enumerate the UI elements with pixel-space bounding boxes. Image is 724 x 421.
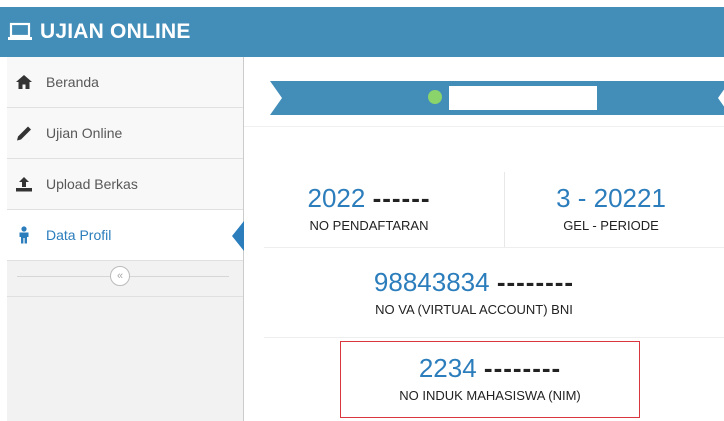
nim-masked: -------- — [483, 353, 562, 383]
period-stat: 3 - 20221 GEL - PERIODE — [506, 183, 716, 233]
virtual-account-label: NO VA (VIRTUAL ACCOUNT) BNI — [375, 302, 573, 317]
upload-icon — [14, 175, 34, 193]
registration-number: 2022 — [307, 183, 366, 213]
status-dot — [428, 90, 442, 104]
registration-masked: ------ — [372, 183, 431, 213]
sidebar-item-label: Ujian Online — [46, 125, 123, 141]
pencil-icon — [14, 124, 34, 142]
sidebar-item-upload-berkas[interactable]: Upload Berkas — [7, 159, 243, 210]
laptop-icon — [7, 22, 33, 42]
sidebar-item-label: Data Profil — [46, 227, 112, 243]
divider — [264, 337, 724, 338]
sidebar-item-beranda[interactable]: Beranda — [7, 57, 243, 108]
main-content: 2022 ------ NO PENDAFTARAN 3 - 20221 GEL… — [244, 57, 724, 421]
redacted-name — [449, 86, 597, 110]
vertical-divider — [504, 172, 505, 247]
period-value: 3 - 20221 — [556, 183, 666, 213]
sidebar: Beranda Ujian Online Upload Berkas Data … — [7, 57, 244, 421]
period-label: GEL - PERIODE — [563, 218, 659, 233]
sidebar-item-label: Beranda — [46, 74, 99, 90]
person-icon — [14, 226, 34, 244]
virtual-account-masked: -------- — [496, 267, 575, 297]
registration-stat: 2022 ------ NO PENDAFTARAN — [264, 183, 474, 233]
sidebar-collapse-row: « — [7, 261, 243, 297]
sidebar-item-ujian-online[interactable]: Ujian Online — [7, 108, 243, 159]
nim-label: NO INDUK MAHASISWA (NIM) — [399, 388, 581, 403]
app-title: UJIAN ONLINE — [40, 20, 191, 43]
nim-number: 2234 — [418, 353, 477, 383]
nim-stat: 2234 -------- NO INDUK MAHASISWA (NIM) — [340, 353, 640, 403]
sidebar-item-data-profil[interactable]: Data Profil — [7, 210, 244, 261]
home-icon — [14, 73, 34, 91]
profile-header — [244, 57, 724, 127]
double-chevron-left-icon[interactable]: « — [110, 266, 130, 286]
virtual-account-number: 98843834 — [373, 267, 490, 297]
sidebar-item-label: Upload Berkas — [46, 176, 138, 192]
virtual-account-stat: 98843834 -------- NO VA (VIRTUAL ACCOUNT… — [304, 267, 644, 317]
registration-label: NO PENDAFTARAN — [309, 218, 429, 233]
brand[interactable]: UJIAN ONLINE — [7, 7, 244, 57]
divider — [264, 247, 724, 248]
top-navbar: UJIAN ONLINE — [0, 7, 724, 57]
